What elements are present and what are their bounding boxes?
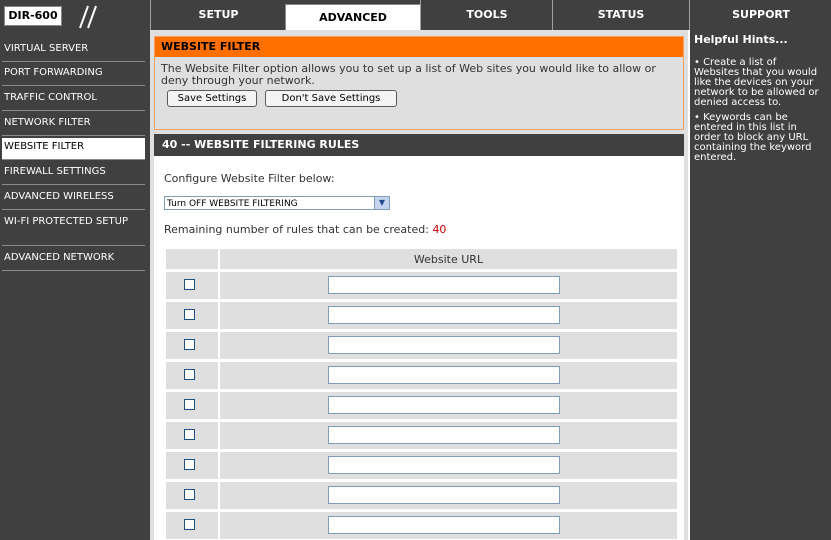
- sidebar-item-network-filter[interactable]: NETWORK FILTER: [2, 114, 145, 136]
- sidebar-item-advanced-network[interactable]: ADVANCED NETWORK: [2, 249, 145, 271]
- sidebar-item-port-forwarding[interactable]: PORT FORWARDING: [2, 64, 145, 86]
- rule-check-cell: [166, 302, 218, 329]
- save-settings-button[interactable]: Save Settings: [167, 90, 257, 107]
- rule-enable-checkbox[interactable]: [184, 369, 195, 380]
- configure-label: Configure Website Filter below:: [164, 172, 335, 185]
- header-check-cell: [166, 249, 218, 269]
- rule-check-cell: [166, 452, 218, 479]
- rule-url-cell: [220, 392, 677, 419]
- rule-enable-checkbox[interactable]: [184, 489, 195, 500]
- rule-url-cell: [220, 272, 677, 299]
- website-url-input[interactable]: [328, 516, 560, 534]
- sidebar-item-website-filter[interactable]: WEBSITE FILTER: [2, 138, 145, 160]
- filter-mode-select[interactable]: Turn OFF WEBSITE FILTERING ▼: [164, 196, 390, 210]
- website-url-input[interactable]: [328, 486, 560, 504]
- top-nav-bar: DIR-600 SETUP ADVANCED TOOLS STATUS SUPP…: [0, 0, 831, 31]
- tab-advanced[interactable]: ADVANCED: [285, 4, 421, 31]
- website-url-input[interactable]: [328, 276, 560, 294]
- rule-url-cell: [220, 302, 677, 329]
- model-label: DIR-600: [4, 6, 62, 26]
- dont-save-settings-button[interactable]: Don't Save Settings: [265, 90, 397, 107]
- sidebar-item-wifi-protected-setup[interactable]: WI-FI PROTECTED SETUP: [2, 213, 145, 246]
- sidebar: VIRTUAL SERVER PORT FORWARDING TRAFFIC C…: [0, 30, 150, 540]
- website-url-header: Website URL: [413, 253, 484, 266]
- remaining-count: 40: [432, 223, 447, 236]
- rule-check-cell: [166, 392, 218, 419]
- rule-url-cell: [220, 422, 677, 449]
- website-filter-section: WEBSITE FILTER The Website Filter option…: [154, 36, 684, 130]
- slash-logo-icon: [79, 5, 97, 29]
- website-url-input[interactable]: [328, 456, 560, 474]
- website-url-input[interactable]: [328, 396, 560, 414]
- rule-enable-checkbox[interactable]: [184, 429, 195, 440]
- rule-check-cell: [166, 272, 218, 299]
- sidebar-item-firewall-settings[interactable]: FIREWALL SETTINGS: [2, 163, 145, 185]
- rule-url-cell: [220, 512, 677, 539]
- remaining-label: Remaining number of rules that can be cr…: [164, 223, 429, 236]
- sidebar-item-advanced-wireless[interactable]: ADVANCED WIRELESS: [2, 188, 145, 210]
- tab-status[interactable]: STATUS: [552, 0, 689, 30]
- rule-url-cell: [220, 482, 677, 509]
- rule-check-cell: [166, 512, 218, 539]
- rule-check-cell: [166, 422, 218, 449]
- sidebar-item-virtual-server[interactable]: VIRTUAL SERVER: [2, 40, 145, 62]
- hints-title: Helpful Hints...: [694, 33, 788, 46]
- rule-check-cell: [166, 482, 218, 509]
- router-logo: DIR-600: [4, 4, 144, 29]
- main-content: WEBSITE FILTER The Website Filter option…: [150, 30, 688, 540]
- rule-check-cell: [166, 332, 218, 359]
- rule-url-cell: [220, 452, 677, 479]
- rule-enable-checkbox[interactable]: [184, 309, 195, 320]
- hint-text: • Create a list of Websites that you wou…: [694, 57, 819, 108]
- helpful-hints-panel: Helpful Hints... • Create a list of Webs…: [690, 30, 831, 540]
- filter-mode-value: Turn OFF WEBSITE FILTERING: [167, 199, 298, 209]
- rule-enable-checkbox[interactable]: [184, 339, 195, 350]
- website-url-input[interactable]: [328, 366, 560, 384]
- sidebar-item-traffic-control[interactable]: TRAFFIC CONTROL: [2, 89, 145, 111]
- website-url-input[interactable]: [328, 426, 560, 444]
- tab-setup[interactable]: SETUP: [150, 0, 286, 30]
- hint-text: • Keywords can be entered in this list i…: [694, 112, 812, 163]
- rule-enable-checkbox[interactable]: [184, 399, 195, 410]
- rule-enable-checkbox[interactable]: [184, 459, 195, 470]
- rule-url-cell: [220, 332, 677, 359]
- remaining-rules-text: Remaining number of rules that can be cr…: [164, 223, 446, 236]
- rules-title: 40 -- WEBSITE FILTERING RULES: [154, 134, 684, 156]
- header-url-cell: Website URL: [220, 249, 677, 269]
- rule-enable-checkbox[interactable]: [184, 279, 195, 290]
- chevron-down-icon[interactable]: ▼: [374, 197, 389, 209]
- tab-tools[interactable]: TOOLS: [420, 0, 553, 30]
- filtering-rules-section: 40 -- WEBSITE FILTERING RULES Configure …: [154, 134, 684, 540]
- website-url-input[interactable]: [328, 336, 560, 354]
- section-description: The Website Filter option allows you to …: [161, 62, 656, 87]
- section-title: WEBSITE FILTER: [155, 37, 683, 57]
- rule-url-cell: [220, 362, 677, 389]
- rule-enable-checkbox[interactable]: [184, 519, 195, 530]
- rule-check-cell: [166, 362, 218, 389]
- tab-support[interactable]: SUPPORT: [689, 0, 831, 30]
- website-url-input[interactable]: [328, 306, 560, 324]
